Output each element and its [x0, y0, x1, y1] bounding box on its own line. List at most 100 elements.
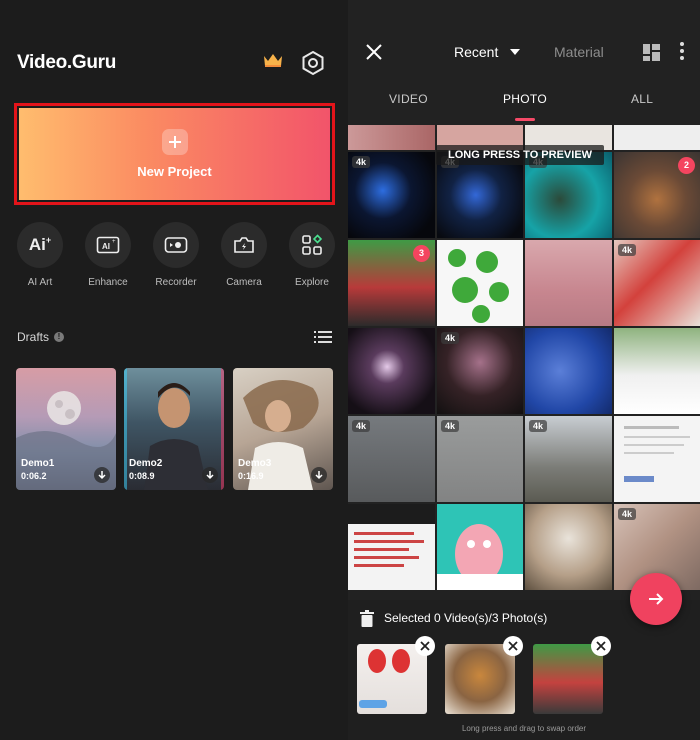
selected-thumb[interactable]	[445, 644, 515, 714]
tab-all[interactable]: ALL	[631, 92, 653, 106]
drafts-title: Drafts	[17, 330, 50, 344]
photo-thumb[interactable]	[348, 328, 435, 414]
active-tab-indicator	[515, 118, 535, 121]
drafts-heading: Drafts !	[17, 330, 65, 344]
photo-thumb[interactable]: 4k	[525, 416, 612, 502]
tool-enhance[interactable]: AI + Enhance	[76, 222, 140, 288]
svg-text:AI: AI	[102, 242, 110, 251]
svg-text:+: +	[112, 239, 116, 245]
tool-explore[interactable]: Explore	[280, 222, 344, 288]
close-icon[interactable]	[364, 42, 384, 67]
info-icon[interactable]: !	[54, 332, 65, 342]
quality-chip: 4k	[618, 508, 637, 520]
picker-header: Recent Material VIDEO PHOTO ALL	[348, 0, 700, 125]
plus-icon	[161, 129, 188, 155]
remove-icon[interactable]	[415, 636, 435, 656]
photo-thumb[interactable]: 4k	[614, 240, 700, 326]
quality-chip: 4k	[441, 420, 460, 432]
draft-card[interactable]: Demo1 0:06.2	[16, 368, 116, 490]
tool-label: Camera	[226, 277, 262, 288]
quality-chip: 4k	[618, 244, 637, 256]
tool-recorder[interactable]: Recorder	[144, 222, 208, 288]
more-options-icon[interactable]	[680, 42, 684, 65]
tool-label: AI Art	[27, 277, 53, 288]
photo-thumb[interactable]	[614, 125, 700, 150]
photo-thumb[interactable]	[437, 240, 523, 326]
download-icon[interactable]	[202, 467, 218, 483]
tab-video[interactable]: VIDEO	[389, 92, 428, 106]
remove-icon[interactable]	[503, 636, 523, 656]
layout-grid-icon[interactable]	[643, 44, 660, 66]
photo-content	[437, 524, 523, 590]
camera-icon	[234, 237, 254, 253]
photo-content	[448, 249, 509, 323]
quality-chip: 4k	[441, 332, 460, 344]
settings-icon[interactable]	[300, 50, 326, 81]
home-screen: Video.Guru New Project Ai+ AI Art AI + En…	[0, 0, 348, 740]
material-tab[interactable]: Material	[554, 44, 604, 60]
photo-grid: 4k 4k 4k 2 3 4k 4k 4k	[348, 125, 700, 605]
recorder-icon	[164, 237, 188, 253]
quality-chip: 4k	[529, 420, 548, 432]
enhance-icon: AI +	[96, 236, 120, 254]
remove-icon[interactable]	[591, 636, 611, 656]
draft-duration: 0:16.9	[238, 471, 264, 481]
selected-thumb[interactable]	[357, 644, 427, 714]
new-project-highlight: New Project	[14, 103, 335, 205]
quality-chip: 4k	[352, 156, 371, 168]
photo-thumb[interactable]: 4k	[348, 416, 435, 502]
download-icon[interactable]	[311, 467, 327, 483]
tool-ai-art[interactable]: Ai+ AI Art	[8, 222, 72, 288]
arrow-right-icon	[649, 593, 664, 605]
photo-thumb[interactable]	[525, 504, 612, 590]
photo-thumb[interactable]: 4k	[437, 328, 523, 414]
next-button[interactable]	[630, 573, 682, 625]
photo-thumb[interactable]: 3	[348, 240, 435, 326]
long-press-hint: LONG PRESS TO PREVIEW	[436, 145, 605, 165]
new-project-button[interactable]: New Project	[19, 108, 330, 200]
photo-thumb[interactable]	[614, 416, 700, 502]
tool-label: Enhance	[88, 277, 128, 288]
photo-thumb[interactable]	[525, 328, 612, 414]
photo-thumb[interactable]: 4k	[437, 416, 523, 502]
explore-icon	[302, 234, 323, 255]
download-icon[interactable]	[94, 467, 110, 483]
media-picker-screen: Recent Material VIDEO PHOTO ALL 4k 4k	[348, 0, 700, 740]
photo-thumb[interactable]: 4k	[348, 152, 435, 238]
selected-thumb[interactable]	[533, 644, 603, 714]
caret-down-icon	[510, 49, 521, 55]
selection-order-badge: 2	[678, 157, 695, 174]
draft-card[interactable]: Demo2 0:08.9	[124, 368, 224, 490]
tool-label: Explore	[295, 277, 329, 288]
tool-camera[interactable]: Camera	[212, 222, 276, 288]
draft-name: Demo1	[21, 458, 55, 469]
selection-order-badge: 3	[413, 245, 430, 262]
draft-name: Demo2	[129, 458, 163, 469]
photo-thumb[interactable]	[348, 125, 435, 150]
photo-thumb[interactable]: 2	[614, 152, 700, 238]
photo-content	[359, 649, 410, 708]
draft-duration: 0:06.2	[21, 471, 47, 481]
tab-photo[interactable]: PHOTO	[503, 92, 547, 106]
app-logo: Video.Guru	[17, 52, 117, 73]
trash-icon[interactable]	[360, 610, 374, 632]
quality-chip: 4k	[352, 420, 371, 432]
photo-thumb[interactable]	[437, 504, 523, 590]
new-project-label: New Project	[137, 164, 212, 179]
swap-order-hint: Long press and drag to swap order	[461, 724, 587, 733]
photo-thumb[interactable]	[525, 240, 612, 326]
photo-thumb[interactable]	[348, 504, 435, 590]
list-view-icon[interactable]	[314, 330, 332, 349]
ai-art-icon: Ai+	[28, 235, 52, 254]
draft-name: Demo3	[238, 458, 272, 469]
selected-count: Selected 0 Video(s)/3 Photo(s)	[384, 611, 548, 625]
photo-thumb[interactable]	[614, 328, 700, 414]
photo-content	[624, 426, 690, 482]
draft-duration: 0:08.9	[129, 471, 155, 481]
crown-icon[interactable]	[262, 52, 284, 73]
tool-label: Recorder	[155, 277, 197, 288]
photo-content	[348, 504, 435, 567]
album-selector[interactable]: Recent	[454, 44, 521, 60]
draft-card[interactable]: Demo3 0:16.9	[233, 368, 333, 490]
album-label: Recent	[454, 44, 499, 60]
